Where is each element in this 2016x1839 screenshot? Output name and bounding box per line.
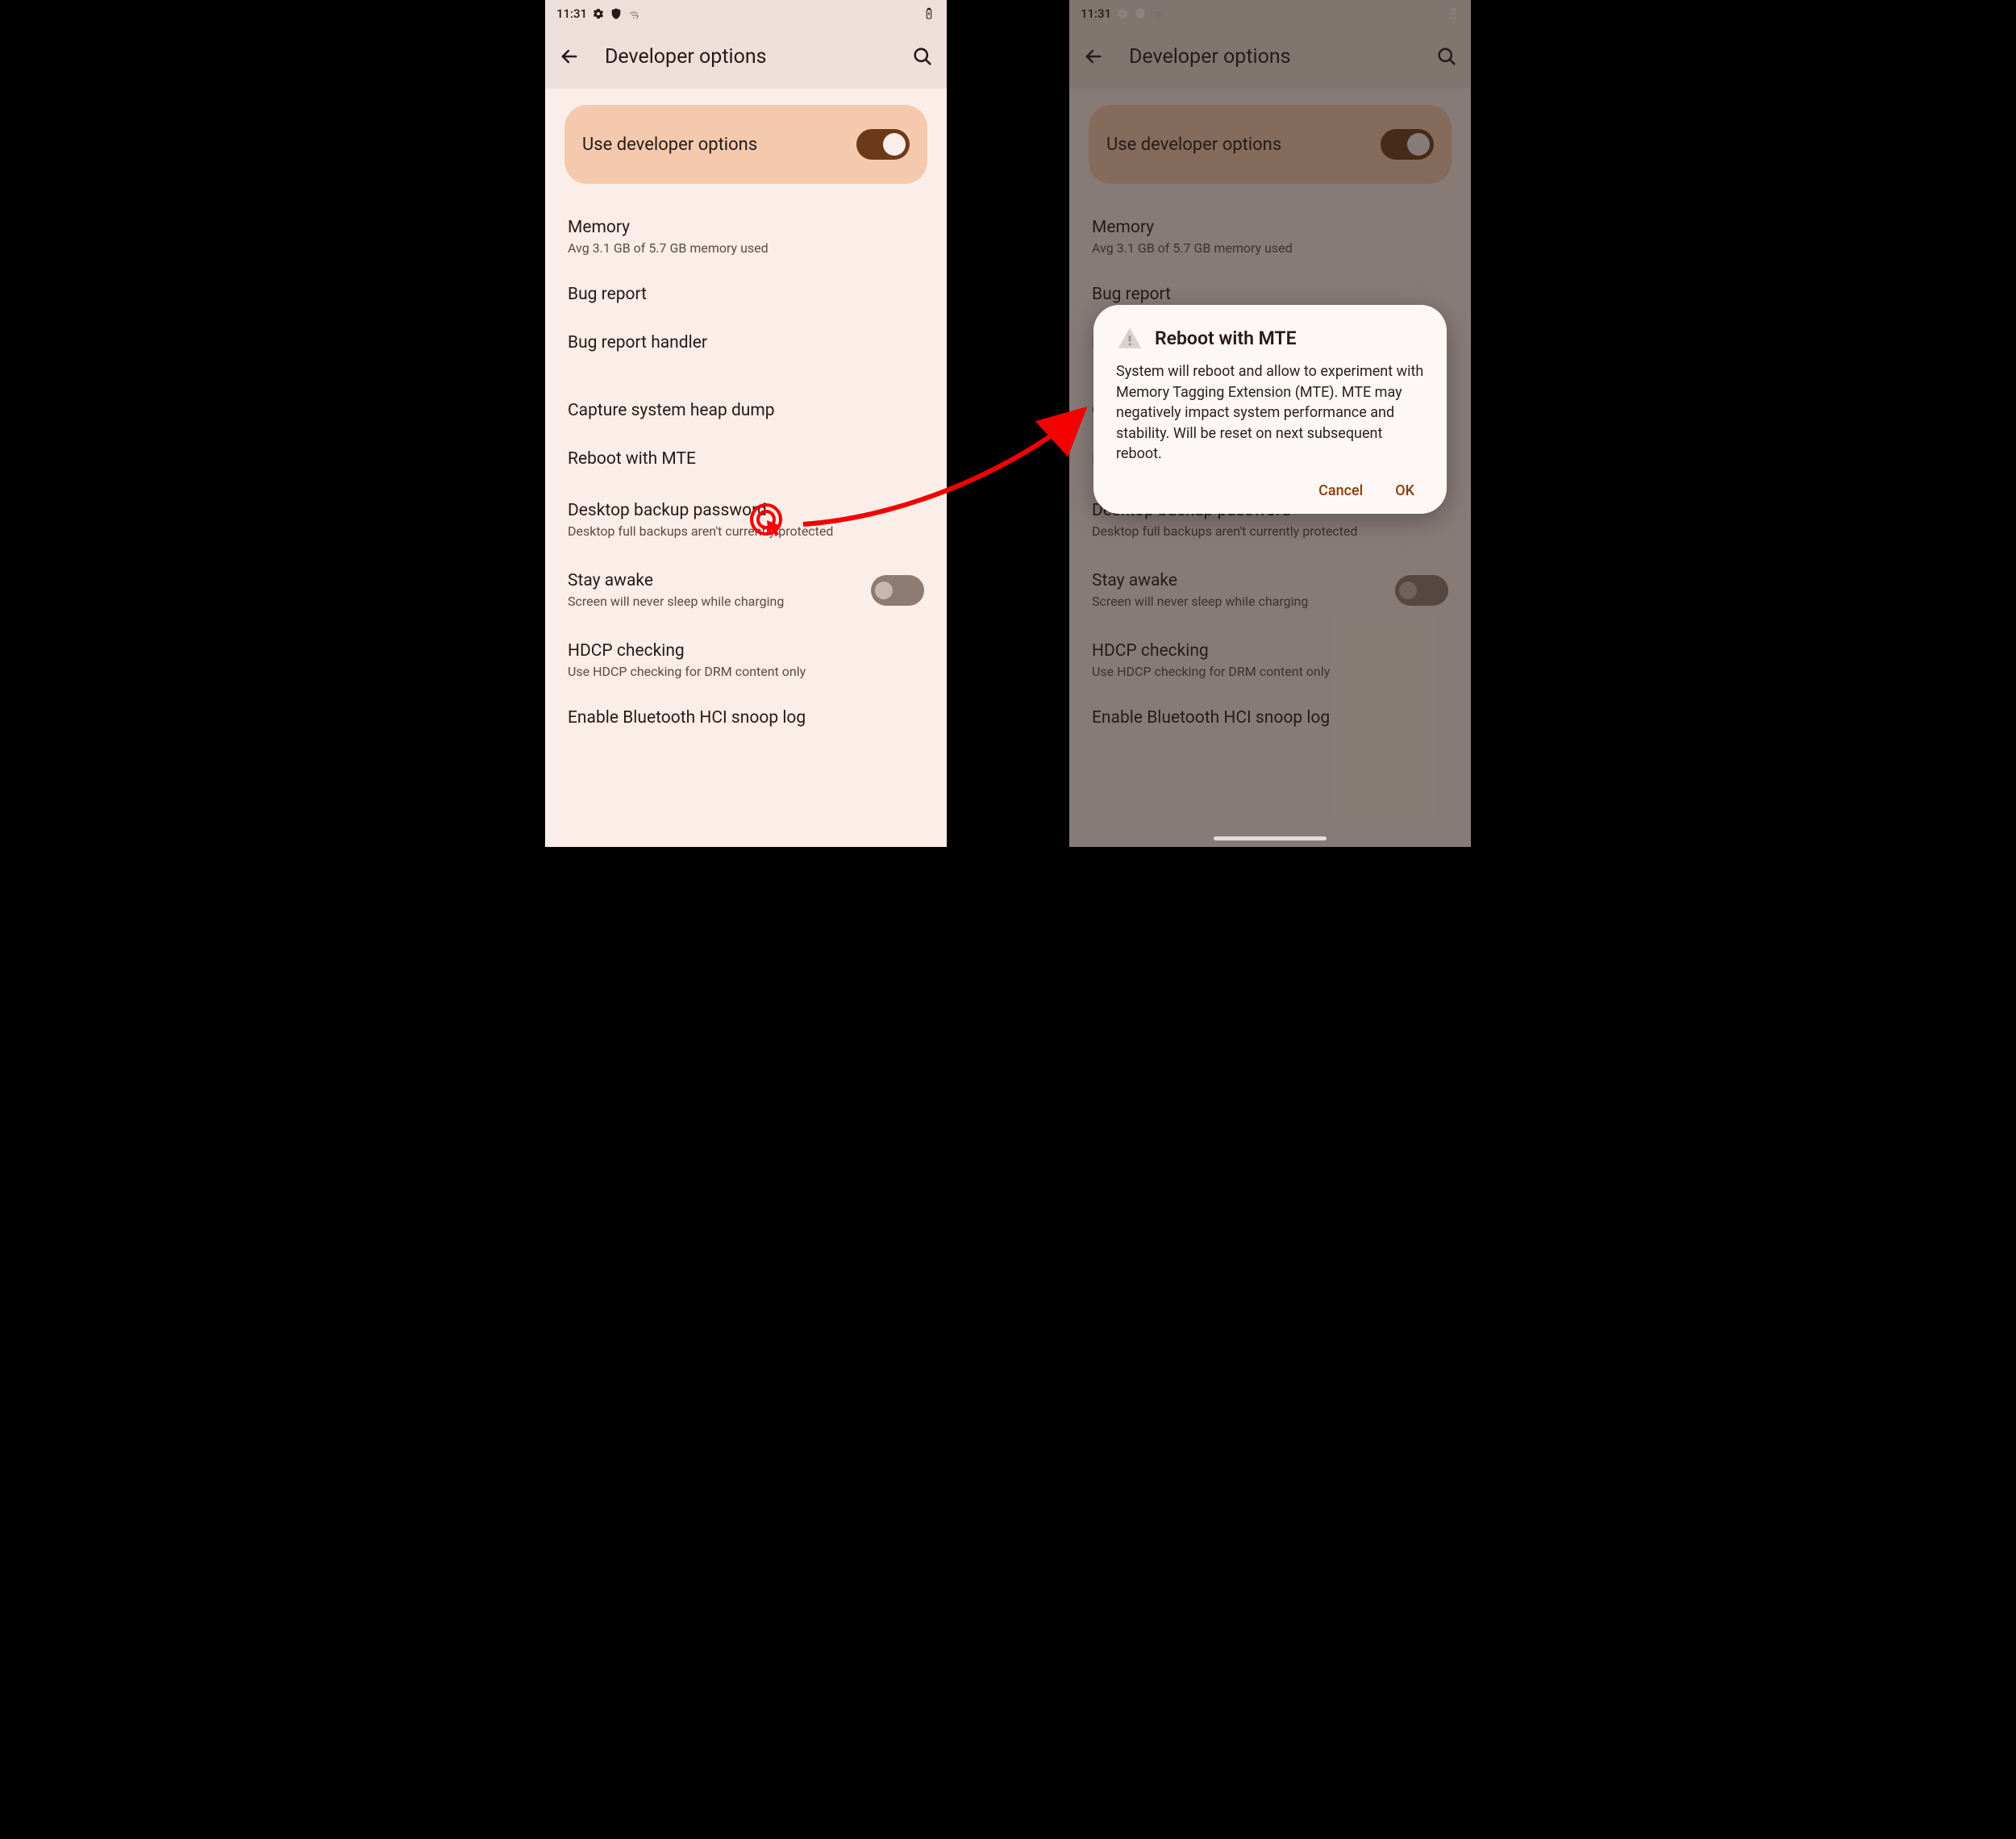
status-bar: 11:31 bbox=[1069, 0, 1471, 24]
warning-icon bbox=[1116, 324, 1143, 352]
phone-left: 11:31 ? Developer option bbox=[545, 0, 947, 847]
master-toggle-switch[interactable] bbox=[856, 129, 910, 160]
home-indicator[interactable] bbox=[1214, 836, 1327, 840]
status-bar: 11:31 ? bbox=[545, 0, 947, 24]
master-toggle-label: Use developer options bbox=[582, 135, 856, 155]
back-icon[interactable] bbox=[558, 45, 581, 68]
back-icon[interactable] bbox=[1082, 45, 1105, 68]
phone-right: 11:31 Developer options bbox=[1069, 0, 1471, 847]
dialog-reboot-mte: Reboot with MTE System will reboot and a… bbox=[1093, 305, 1447, 514]
dialog-title: Reboot with MTE bbox=[1155, 327, 1297, 349]
status-time: 11:31 bbox=[556, 6, 587, 21]
master-toggle-switch bbox=[1381, 129, 1434, 160]
dialog-body: System will reboot and allow to experime… bbox=[1116, 361, 1424, 465]
row-memory: Memory Avg 3.1 GB of 5.7 GB memory used bbox=[1069, 205, 1471, 269]
row-bug-report[interactable]: Bug report bbox=[545, 269, 947, 320]
stay-awake-switch[interactable] bbox=[871, 575, 924, 606]
row-bt-snoop[interactable]: Enable Bluetooth HCI snoop log bbox=[545, 695, 947, 740]
svg-text:?: ? bbox=[636, 15, 639, 20]
battery-icon bbox=[923, 7, 935, 20]
row-hdcp[interactable]: HDCP checking Use HDCP checking for DRM … bbox=[545, 625, 947, 695]
shield-icon bbox=[1134, 7, 1147, 20]
row-hdcp: HDCP checking Use HDCP checking for DRM … bbox=[1069, 625, 1471, 695]
cancel-button[interactable]: Cancel bbox=[1318, 482, 1363, 499]
shield-icon bbox=[610, 7, 623, 20]
wifi-icon: ? bbox=[627, 7, 640, 20]
row-stay-awake: Stay awake Screen will never sleep while… bbox=[1069, 555, 1471, 625]
gear-icon bbox=[1116, 7, 1129, 20]
page-title: Developer options bbox=[1129, 45, 1435, 69]
battery-icon bbox=[1447, 7, 1460, 20]
row-capture-heap-dump[interactable]: Capture system heap dump bbox=[545, 388, 947, 433]
row-desktop-backup[interactable]: Desktop backup password Desktop full bac… bbox=[545, 485, 947, 555]
settings-list[interactable]: Use developer options Memory Avg 3.1 GB … bbox=[545, 105, 947, 740]
status-time: 11:31 bbox=[1081, 6, 1111, 21]
app-header: Developer options bbox=[1069, 24, 1471, 89]
stay-awake-switch bbox=[1395, 575, 1448, 606]
row-stay-awake[interactable]: Stay awake Screen will never sleep while… bbox=[545, 555, 947, 625]
row-bt-snoop: Enable Bluetooth HCI snoop log bbox=[1069, 695, 1471, 740]
master-toggle-label: Use developer options bbox=[1106, 135, 1381, 155]
search-icon[interactable] bbox=[1435, 45, 1458, 68]
app-header: Developer options bbox=[545, 24, 947, 89]
row-bug-report-handler[interactable]: Bug report handler bbox=[545, 320, 947, 365]
gear-icon bbox=[592, 7, 605, 20]
wifi-icon bbox=[1152, 7, 1164, 20]
search-icon[interactable] bbox=[911, 45, 934, 68]
master-toggle-row: Use developer options bbox=[1089, 105, 1452, 184]
row-memory[interactable]: Memory Avg 3.1 GB of 5.7 GB memory used bbox=[545, 205, 947, 269]
row-reboot-mte[interactable]: Reboot with MTE bbox=[545, 433, 947, 485]
ok-button[interactable]: OK bbox=[1395, 482, 1414, 499]
page-title: Developer options bbox=[605, 45, 911, 69]
master-toggle-row[interactable]: Use developer options bbox=[564, 105, 927, 184]
